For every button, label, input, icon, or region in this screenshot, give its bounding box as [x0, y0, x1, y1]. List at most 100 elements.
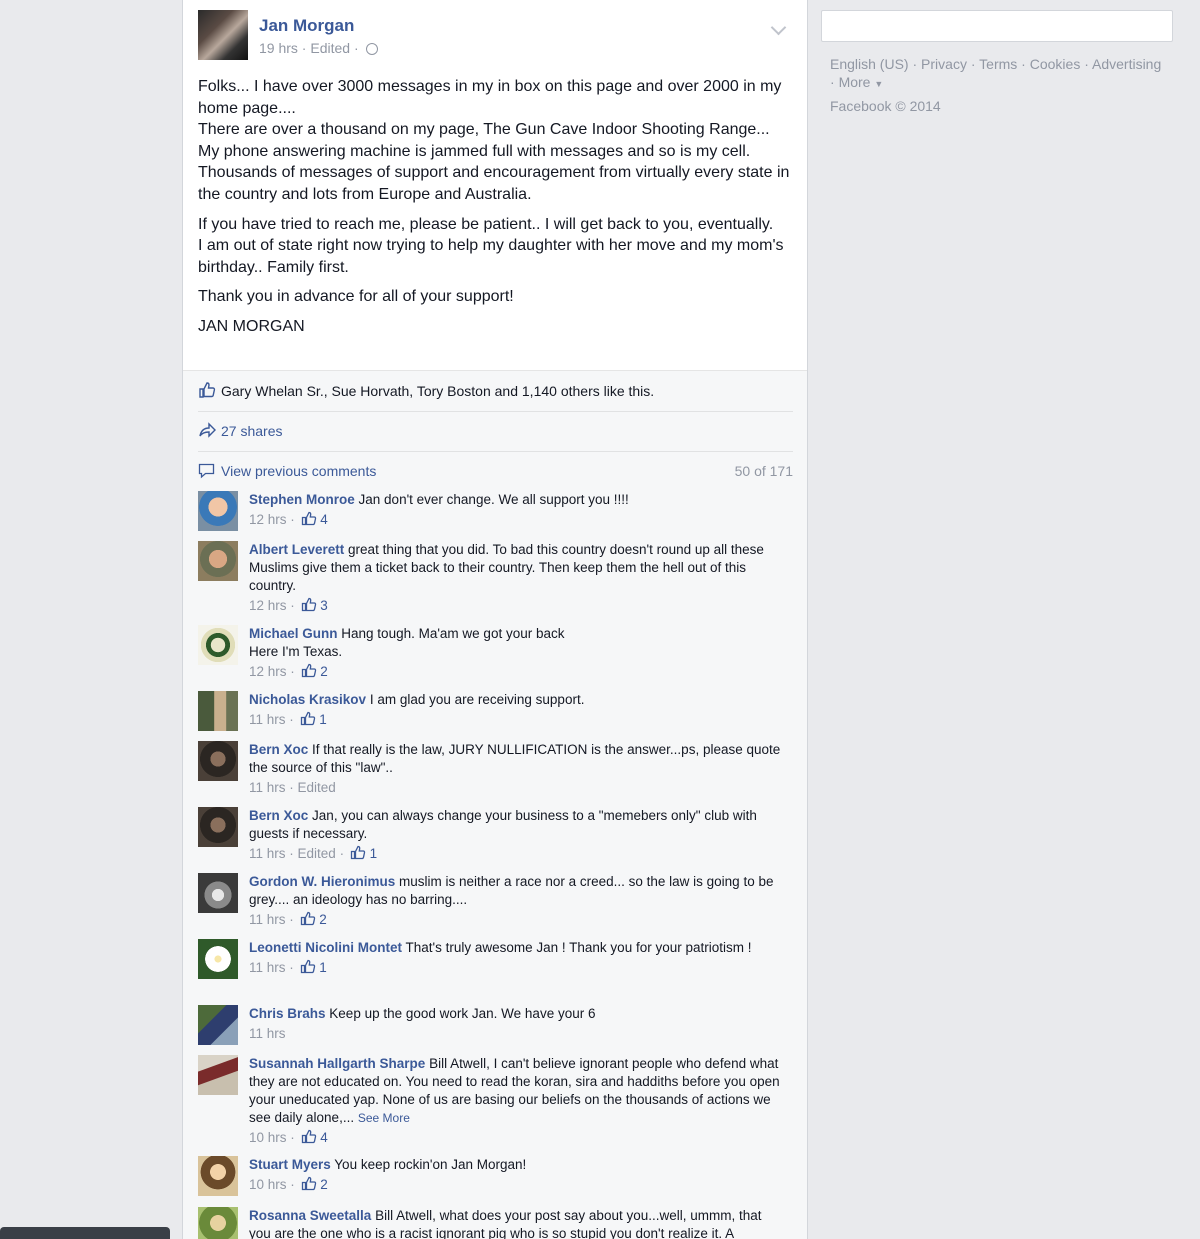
comment-meta: 12 hrs · 4	[249, 511, 328, 527]
comment-time[interactable]: 11 hrs	[249, 1026, 286, 1041]
comment-meta: 10 hrs · 2	[249, 1176, 328, 1192]
comment-body: Gordon W. Hieronimus muslim is neither a…	[249, 873, 784, 929]
comment-meta: 11 hrs · 1	[249, 711, 327, 727]
commenter-name[interactable]: Susannah Hallgarth Sharpe	[249, 1056, 425, 1071]
comment-like-count[interactable]: 2	[319, 912, 327, 927]
footer-link-cookies[interactable]: Cookies	[1030, 56, 1081, 72]
footer-link-more[interactable]: More	[839, 74, 871, 90]
comment-body: Susannah Hallgarth Sharpe Bill Atwell, I…	[249, 1055, 784, 1147]
comment-time[interactable]: 11 hrs	[249, 960, 286, 975]
commenter-avatar[interactable]	[198, 741, 238, 781]
chat-tab[interactable]	[0, 1227, 170, 1239]
globe-icon	[365, 43, 378, 56]
post-paragraph: If you have tried to reach me, please be…	[198, 215, 784, 276]
comment-like-count[interactable]: 2	[320, 1177, 328, 1192]
comment-like-count[interactable]: 1	[319, 712, 327, 727]
comment-body: Rosanna Sweetalla Bill Atwell, what does…	[249, 1207, 784, 1239]
commenter-name[interactable]: Bern Xoc	[249, 808, 308, 823]
comment-time[interactable]: 11 hrs	[249, 912, 286, 927]
like-icon[interactable]	[300, 711, 316, 726]
footer-link-privacy[interactable]: Privacy	[921, 56, 967, 72]
commenter-avatar[interactable]	[198, 541, 238, 581]
comment-time[interactable]: 12 hrs	[249, 512, 287, 527]
footer-link-advertising[interactable]: Advertising	[1092, 56, 1161, 72]
comment-body: Nicholas Krasikov I am glad you are rece…	[249, 691, 784, 729]
comment-like-count[interactable]: 4	[320, 1130, 328, 1145]
like-icon[interactable]	[301, 663, 317, 678]
commenter-name[interactable]: Albert Leverett	[249, 542, 344, 557]
sidebar-input[interactable]	[821, 10, 1173, 42]
caret-down-icon[interactable]: ▼	[874, 79, 883, 89]
comment-meta: 11 hrs · Edited · 1	[249, 845, 378, 861]
comment-text: I am glad you are receiving support.	[369, 692, 585, 707]
comment-like-count[interactable]: 1	[319, 960, 327, 975]
post-edited[interactable]: Edited	[310, 40, 350, 56]
post-time[interactable]: 19 hrs	[259, 40, 298, 56]
comment-body: Chris Brahs Keep up the good work Jan. W…	[249, 1005, 784, 1043]
like-icon[interactable]	[300, 911, 316, 926]
post-paragraph: Thank you in advance for all of your sup…	[198, 288, 514, 306]
comment-text: Keep up the good work Jan. We have your …	[329, 1006, 596, 1021]
like-icon[interactable]	[301, 1129, 317, 1144]
commenter-avatar[interactable]	[198, 1156, 238, 1196]
commenter-name[interactable]: Stephen Monroe	[249, 492, 355, 507]
comment-time[interactable]: 12 hrs	[249, 664, 287, 679]
commenter-name[interactable]: Michael Gunn	[249, 626, 338, 641]
commenter-avatar[interactable]	[198, 1005, 238, 1045]
commenter-avatar[interactable]	[198, 1055, 238, 1095]
commenter-avatar[interactable]	[198, 625, 238, 665]
commenter-name[interactable]: Stuart Myers	[249, 1157, 331, 1172]
footer-link-terms[interactable]: Terms	[979, 56, 1017, 72]
comment-time[interactable]: 10 hrs	[249, 1130, 287, 1145]
commenter-name[interactable]: Gordon W. Hieronimus	[249, 874, 395, 889]
post-body: Folks... I have over 3000 messages in my…	[198, 76, 793, 346]
chevron-down-icon[interactable]	[770, 19, 787, 36]
comment-like-count[interactable]: 3	[320, 598, 328, 613]
commenter-name[interactable]: Rosanna Sweetalla	[249, 1208, 371, 1223]
commenter-avatar[interactable]	[198, 873, 238, 913]
view-previous-comments-link[interactable]: View previous comments	[221, 463, 376, 479]
comment-body: Leonetti Nicolini Montet That's truly aw…	[249, 939, 784, 977]
like-icon[interactable]	[301, 1176, 317, 1191]
comment-like-count[interactable]: 2	[320, 664, 328, 679]
author-name-link[interactable]: Jan Morgan	[259, 16, 354, 36]
likes-text[interactable]: Gary Whelan Sr., Sue Horvath, Tory Bosto…	[221, 383, 654, 399]
copyright: Facebook © 2014	[830, 98, 941, 114]
comment-text: You keep rockin'on Jan Morgan!	[334, 1157, 527, 1172]
like-icon[interactable]	[301, 511, 317, 526]
comment-time[interactable]: 11 hrs	[249, 780, 286, 795]
comment-body: Michael Gunn Hang tough. Ma'am we got yo…	[249, 625, 784, 681]
like-icon[interactable]	[350, 845, 366, 860]
commenter-avatar[interactable]	[198, 939, 238, 979]
shares-link[interactable]: 27 shares	[221, 423, 282, 439]
like-icon[interactable]	[301, 597, 317, 612]
author-avatar[interactable]	[198, 10, 248, 60]
commenter-avatar[interactable]	[198, 491, 238, 531]
commenter-name[interactable]: Chris Brahs	[249, 1006, 326, 1021]
thumbs-up-icon	[199, 382, 216, 398]
shares-row: 27 shares	[198, 421, 793, 452]
commenter-name[interactable]: Nicholas Krasikov	[249, 692, 366, 707]
comment-like-count[interactable]: 4	[320, 512, 328, 527]
see-more-link[interactable]: See More	[358, 1111, 410, 1125]
commenter-name[interactable]: Leonetti Nicolini Montet	[249, 940, 402, 955]
comment-edited[interactable]: Edited	[298, 846, 336, 861]
comment-body: Stephen Monroe Jan don't ever change. We…	[249, 491, 784, 529]
commenter-avatar[interactable]	[198, 691, 238, 731]
comment-time[interactable]: 12 hrs	[249, 598, 287, 613]
like-icon[interactable]	[300, 959, 316, 974]
comment-time[interactable]: 11 hrs	[249, 846, 286, 861]
comment-body: Bern Xoc Jan, you can always change your…	[249, 807, 784, 863]
comment-meta: 11 hrs · 1	[249, 959, 327, 975]
comment-edited[interactable]: Edited	[298, 780, 336, 795]
commenter-avatar[interactable]	[198, 1207, 238, 1239]
comment-like-count[interactable]: 1	[370, 846, 378, 861]
comment-time[interactable]: 10 hrs	[249, 1177, 287, 1192]
comment-meta: 12 hrs · 3	[249, 597, 328, 613]
commenter-name[interactable]: Bern Xoc	[249, 742, 308, 757]
post-card: Jan Morgan 19 hrs · Edited · Folks... I …	[182, 0, 808, 1239]
view-previous-row: View previous comments 50 of 171	[198, 463, 793, 483]
comment-time[interactable]: 11 hrs	[249, 712, 286, 727]
footer-link-language[interactable]: English (US)	[830, 56, 909, 72]
commenter-avatar[interactable]	[198, 807, 238, 847]
